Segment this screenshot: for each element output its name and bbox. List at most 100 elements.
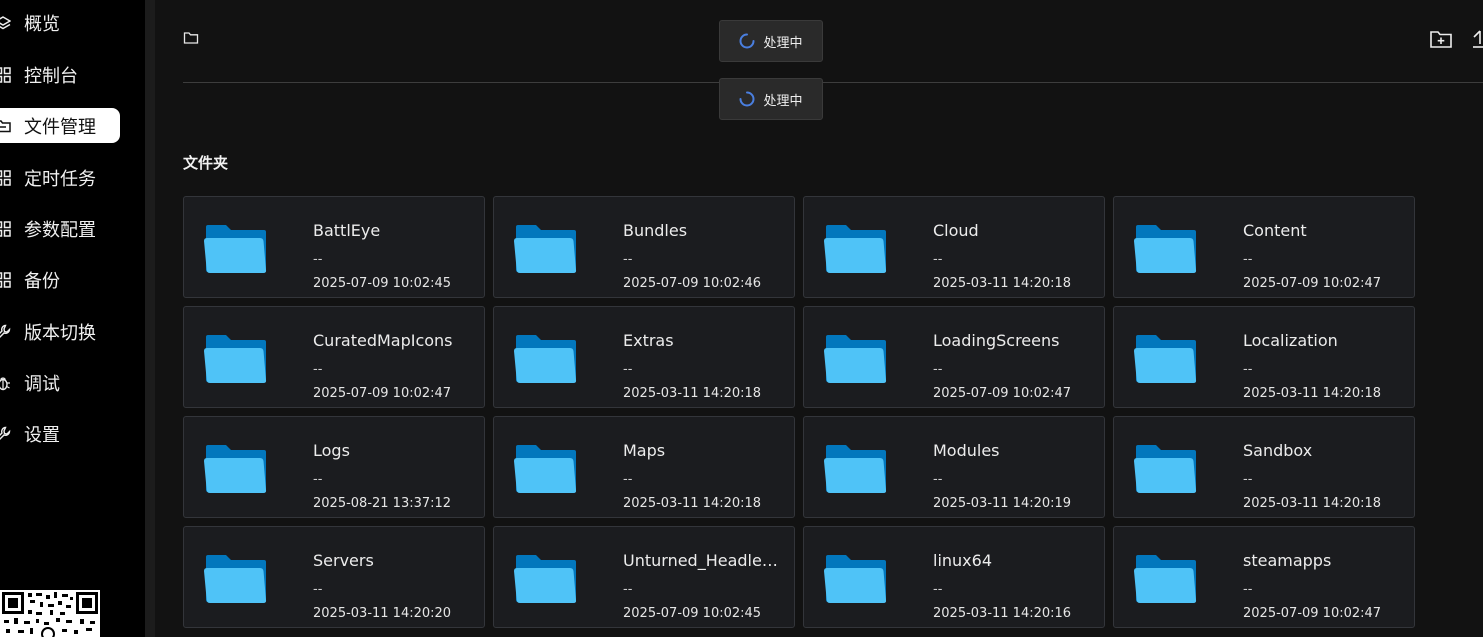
folder-date: 2025-07-09 10:02:45 [623, 606, 762, 621]
folder-size: -- [313, 472, 323, 487]
folder-name: Servers [313, 551, 374, 570]
folder-size: -- [623, 582, 633, 597]
folder-name: Modules [933, 441, 1000, 460]
sidebar-item-label: 版本切换 [24, 322, 96, 344]
folder-card[interactable]: LoadingScreens -- 2025-07-09 10:02:47 [803, 306, 1105, 408]
folder-size: -- [1243, 252, 1253, 267]
bug-icon [0, 374, 12, 392]
folder-size: -- [933, 362, 943, 377]
section-title: 文件夹 [183, 154, 229, 172]
processing-toast: 处理中 [719, 20, 823, 62]
folder-date: 2025-03-11 14:20:18 [623, 386, 762, 401]
folder-size: -- [933, 582, 943, 597]
folder-card[interactable]: Unturned_Headle… -- 2025-07-09 10:02:45 [493, 526, 795, 628]
folder-card[interactable]: Cloud -- 2025-03-11 14:20:18 [803, 196, 1105, 298]
sidebar-item-console[interactable]: 控制台 [0, 57, 120, 92]
folder-icon [514, 223, 578, 279]
folder-card[interactable]: Servers -- 2025-03-11 14:20:20 [183, 526, 485, 628]
folder-date: 2025-03-11 14:20:18 [1243, 386, 1382, 401]
folder-card[interactable]: Extras -- 2025-03-11 14:20:18 [493, 306, 795, 408]
folder-date: 2025-07-09 10:02:47 [313, 386, 452, 401]
folder-icon [1134, 553, 1198, 609]
folder-card[interactable]: Content -- 2025-07-09 10:02:47 [1113, 196, 1415, 298]
sidebar-item-scheduled-tasks[interactable]: 定时任务 [0, 160, 120, 195]
folder-name: Extras [623, 331, 674, 350]
folder-plus-icon [1430, 31, 1452, 48]
folder-name: Cloud [933, 221, 979, 240]
sidebar-item-label: 参数配置 [24, 219, 96, 241]
folder-card[interactable]: Sandbox -- 2025-03-11 14:20:18 [1113, 416, 1415, 518]
folder-date: 2025-07-09 10:02:47 [1243, 606, 1382, 621]
folder-date: 2025-03-11 14:20:20 [313, 606, 452, 621]
sidebar: 概览 控制台 文件管理 定时任务 参数配置 备份 版本切换 调试 设置 [0, 0, 145, 637]
wrench-icon [0, 425, 12, 443]
folder-card[interactable]: Logs -- 2025-08-21 13:37:12 [183, 416, 485, 518]
folder-date: 2025-03-11 14:20:16 [933, 606, 1072, 621]
folder-icon [1134, 443, 1198, 499]
folder-card[interactable]: linux64 -- 2025-03-11 14:20:16 [803, 526, 1105, 628]
folder-card[interactable]: Modules -- 2025-03-11 14:20:19 [803, 416, 1105, 518]
folder-date: 2025-08-21 13:37:12 [313, 496, 452, 511]
folder-size: -- [1243, 362, 1253, 377]
folder-card[interactable]: steamapps -- 2025-07-09 10:02:47 [1113, 526, 1415, 628]
folder-size: -- [623, 472, 633, 487]
folder-icon [1134, 223, 1198, 279]
folder-icon[interactable] [183, 30, 199, 50]
sidebar-item-label: 概览 [24, 13, 60, 35]
folder-card[interactable]: Bundles -- 2025-07-09 10:02:46 [493, 196, 795, 298]
folder-name: CuratedMapIcons [313, 331, 453, 350]
folder-icon [514, 443, 578, 499]
folder-date: 2025-07-09 10:02:47 [933, 386, 1072, 401]
folder-card[interactable]: BattlEye -- 2025-07-09 10:02:45 [183, 196, 485, 298]
folder-size: -- [1243, 582, 1253, 597]
folder-name: Content [1243, 221, 1307, 240]
new-folder-button[interactable] [1429, 27, 1453, 55]
toolbar-divider [183, 82, 1483, 83]
grid-icon [0, 169, 12, 187]
folder-name: Bundles [623, 221, 688, 240]
folder-card[interactable]: Maps -- 2025-03-11 14:20:18 [493, 416, 795, 518]
sidebar-item-version-switch[interactable]: 版本切换 [0, 314, 120, 349]
folder-size: -- [313, 582, 323, 597]
spinner-icon [739, 91, 755, 107]
folder-date: 2025-07-09 10:02:47 [1243, 276, 1382, 291]
sidebar-item-parameters[interactable]: 参数配置 [0, 211, 120, 246]
folder-size: -- [933, 252, 943, 267]
toast-label: 处理中 [763, 35, 803, 51]
sidebar-item-settings[interactable]: 设置 [0, 416, 120, 451]
folder-name: LoadingScreens [933, 331, 1060, 350]
folder-card[interactable]: Localization -- 2025-03-11 14:20:18 [1113, 306, 1415, 408]
folder-card[interactable]: CuratedMapIcons -- 2025-07-09 10:02:47 [183, 306, 485, 408]
folder-icon [824, 223, 888, 279]
file-manager-main: 处理中 处理中 文件夹 BattlEye -- 2025-07-09 10:02… [155, 0, 1483, 637]
sidebar-item-file-manager[interactable]: 文件管理 [0, 108, 120, 143]
layers-icon [0, 14, 12, 32]
folder-size: -- [623, 362, 633, 377]
folder-size: -- [623, 252, 633, 267]
sidebar-item-label: 设置 [24, 424, 60, 446]
folder-icon [514, 553, 578, 609]
folder-icon [514, 333, 578, 389]
upload-icon [1473, 30, 1483, 48]
sidebar-item-debug[interactable]: 调试 [0, 365, 120, 400]
folder-icon [204, 443, 268, 499]
sidebar-divider [145, 0, 155, 637]
sidebar-item-overview[interactable]: 概览 [0, 5, 120, 40]
folder-icon [0, 117, 12, 135]
sidebar-item-label: 备份 [24, 270, 60, 292]
folder-name: BattlEye [313, 221, 381, 240]
folder-date: 2025-03-11 14:20:18 [933, 276, 1072, 291]
spinner-icon [739, 33, 755, 49]
processing-toast: 处理中 [719, 78, 823, 120]
folder-name: Unturned_Headle… [623, 551, 778, 570]
qr-code [0, 590, 100, 637]
folder-icon [824, 553, 888, 609]
folder-icon [1134, 333, 1198, 389]
folder-date: 2025-07-09 10:02:46 [623, 276, 762, 291]
folder-name: steamapps [1243, 551, 1332, 570]
sidebar-item-backup[interactable]: 备份 [0, 262, 120, 297]
folder-icon [204, 223, 268, 279]
folder-name: Maps [623, 441, 666, 460]
folder-size: -- [933, 472, 943, 487]
upload-button[interactable] [1471, 27, 1483, 55]
